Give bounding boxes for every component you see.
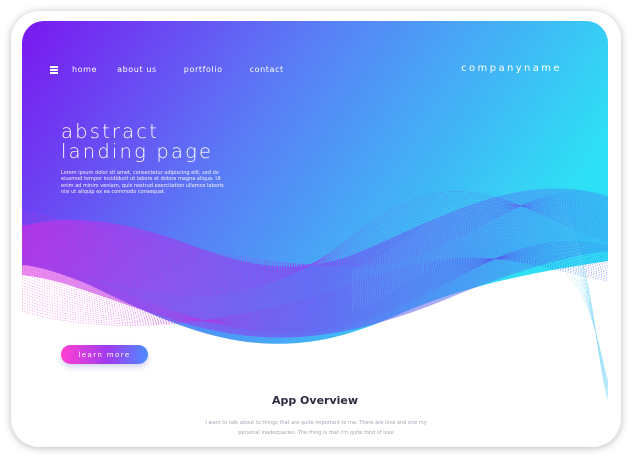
hero-title-line-1: abstract (61, 120, 160, 143)
app-overview-heading: App Overview (271, 394, 359, 407)
nav-contact-link[interactable]: contact (250, 65, 284, 74)
nav-about-us-link[interactable]: about us (117, 65, 157, 74)
learn-more-button[interactable]: learn more (61, 345, 148, 364)
hero-title: abstract landing page (61, 122, 213, 162)
hero-title-line-2: landing page (61, 140, 214, 163)
hero-description: Lorem ipsum dolor sit amet, consectetur … (61, 170, 224, 196)
company-name-logo: companyname (461, 63, 562, 74)
nav-home-link[interactable]: home (72, 65, 97, 74)
top-nav: home about us portfolio contact (50, 65, 284, 74)
nav-portfolio-link[interactable]: portfolio (184, 65, 223, 74)
hero-background (22, 21, 608, 402)
hamburger-menu-icon[interactable] (50, 66, 58, 74)
device-frame: home about us portfolio contact companyn… (11, 11, 621, 447)
landing-page: home about us portfolio contact companyn… (22, 21, 608, 443)
app-overview-text: I want to talk about to things that are … (205, 420, 427, 436)
